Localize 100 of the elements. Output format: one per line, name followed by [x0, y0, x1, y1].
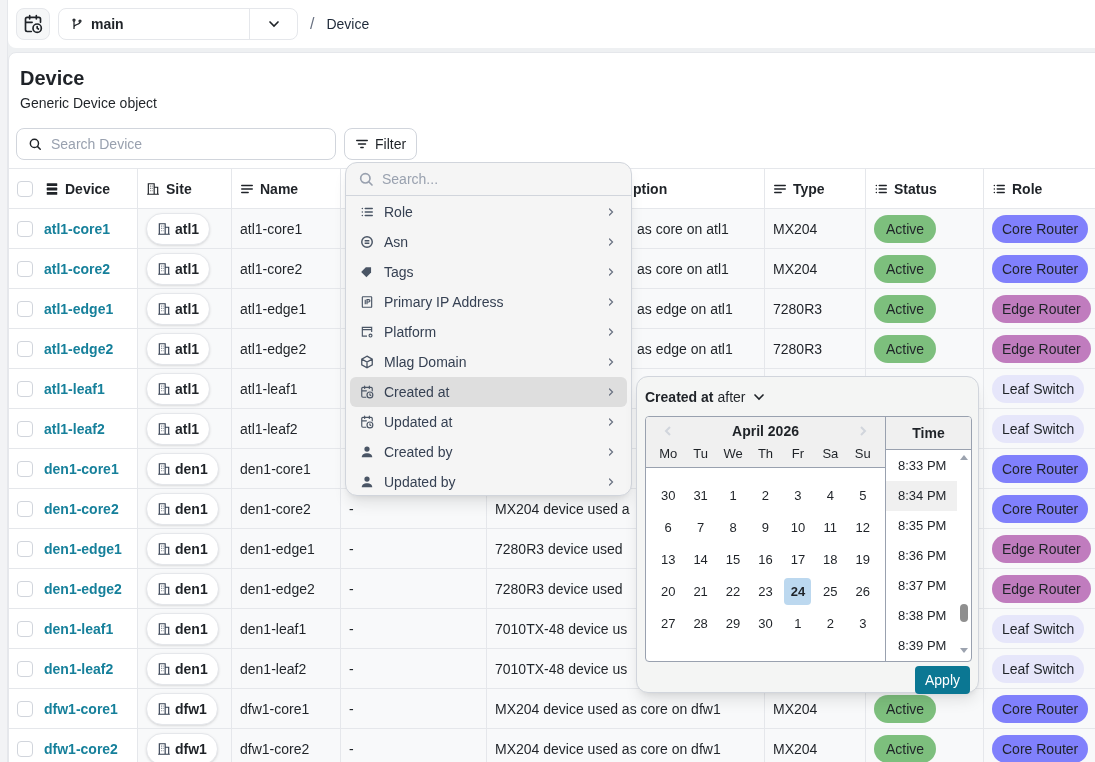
checkbox[interactable] — [17, 300, 33, 317]
calendar-day[interactable]: 11 — [816, 514, 844, 541]
site-chip[interactable]: dfw1 — [146, 732, 218, 762]
calendar-day[interactable]: 27 — [654, 610, 682, 637]
calendar-day[interactable]: 25 — [816, 578, 844, 605]
menu-item[interactable]: Created by — [350, 437, 627, 467]
calendar-day[interactable]: 31 — [687, 482, 715, 509]
calendar-day[interactable]: 10 — [784, 514, 812, 541]
calendar-day[interactable]: 22 — [719, 578, 747, 605]
checkbox[interactable] — [17, 460, 33, 477]
checkbox[interactable] — [17, 540, 33, 557]
calendar-day[interactable]: 12 — [849, 514, 877, 541]
calendar-day[interactable]: 30 — [752, 610, 779, 637]
calendar-day[interactable]: 8 — [719, 514, 747, 541]
calendar-day[interactable]: 18 — [816, 546, 844, 573]
calendar-day[interactable]: 26 — [849, 578, 877, 605]
site-chip[interactable]: den1 — [146, 492, 219, 525]
calendar-day[interactable]: 28 — [687, 610, 715, 637]
checkbox[interactable] — [17, 620, 33, 637]
menu-item[interactable]: Asn — [350, 227, 627, 257]
site-chip[interactable]: atl1 — [146, 412, 211, 445]
calendar-day[interactable]: 1 — [784, 610, 812, 637]
previous-month-icon[interactable] — [662, 424, 674, 437]
calendar-day[interactable]: 15 — [719, 546, 747, 573]
menu-item[interactable]: Updated by — [350, 467, 627, 495]
calendar-day[interactable]: 2 — [752, 482, 779, 509]
checkbox[interactable] — [17, 740, 33, 757]
calendar-day[interactable]: 4 — [816, 482, 844, 509]
checkbox[interactable] — [17, 180, 33, 197]
branch-selector[interactable]: main — [58, 8, 298, 40]
site-chip[interactable]: atl1 — [146, 252, 211, 285]
time-option[interactable]: 8:34 PM — [886, 481, 957, 511]
search-field[interactable]: Search Device — [16, 128, 336, 160]
calendar-day[interactable]: 20 — [654, 578, 682, 605]
calendar-day[interactable]: 13 — [654, 546, 682, 573]
checkbox[interactable] — [17, 340, 33, 357]
calendar-day[interactable]: 2 — [816, 610, 844, 637]
checkbox[interactable] — [17, 700, 33, 717]
filter-button[interactable]: Filter — [344, 128, 418, 160]
operator-dropdown[interactable]: after — [717, 387, 768, 407]
site-chip[interactable]: den1 — [146, 572, 219, 605]
calendar-day[interactable]: 29 — [719, 610, 747, 637]
table-cell-text: MX204 — [773, 739, 818, 759]
menu-search-field[interactable]: Search... — [382, 169, 582, 189]
time-option[interactable]: 8:38 PM — [886, 601, 957, 631]
calendar-day[interactable]: 30 — [654, 482, 682, 509]
status-badge: Active — [874, 254, 937, 283]
role-badge: Edge Router — [992, 334, 1091, 363]
menu-item[interactable]: Created at — [350, 377, 627, 407]
site-chip[interactable]: den1 — [146, 452, 219, 485]
time-option[interactable]: 8:37 PM — [886, 571, 957, 601]
site-chip[interactable]: dfw1 — [146, 692, 218, 725]
calendar-day[interactable]: 19 — [849, 546, 877, 573]
calendar-day[interactable]: 3 — [784, 482, 812, 509]
building-icon — [157, 221, 171, 236]
calendar-day[interactable]: 21 — [687, 578, 715, 605]
site-chip[interactable]: atl1 — [146, 292, 211, 325]
checkbox[interactable] — [17, 420, 33, 437]
calendar-day[interactable]: 14 — [687, 546, 715, 573]
menu-item[interactable]: Platform — [350, 317, 627, 347]
table-cell-text: - — [349, 619, 354, 639]
site-chip[interactable]: atl1 — [146, 372, 211, 405]
table-cell-text: MX204 — [773, 219, 818, 239]
calendar-day[interactable]: 7 — [687, 514, 715, 541]
table-cell-text: den1-core2 — [240, 499, 311, 519]
checkbox[interactable] — [17, 660, 33, 677]
menu-item[interactable]: Tags — [350, 257, 627, 287]
table-cell-text: den1-leaf2 — [240, 659, 307, 679]
menu-item[interactable]: Mlag Domain — [350, 347, 627, 377]
calendar-day[interactable]: 24 — [784, 578, 812, 605]
site-chip[interactable]: atl1 — [146, 332, 211, 365]
menu-item[interactable]: Updated at — [350, 407, 627, 437]
time-option[interactable]: 8:39 PM — [886, 631, 957, 661]
calendar-day[interactable]: 6 — [654, 514, 682, 541]
menu-item[interactable]: Primary IP Address — [350, 287, 627, 317]
calendar-day[interactable]: 17 — [784, 546, 812, 573]
calendar-day[interactable]: 1 — [719, 482, 747, 509]
time-option[interactable]: 8:36 PM — [886, 541, 957, 571]
next-month-icon[interactable] — [857, 424, 869, 437]
checkbox[interactable] — [17, 220, 33, 237]
site-chip[interactable]: atl1 — [146, 212, 211, 245]
checkbox[interactable] — [17, 500, 33, 517]
site-chip[interactable]: den1 — [146, 532, 219, 565]
calendar-day[interactable]: 9 — [752, 514, 779, 541]
menu-item[interactable]: Role — [350, 197, 627, 227]
breadcrumb-link[interactable]: Device — [326, 14, 370, 34]
checkbox[interactable] — [17, 580, 33, 597]
calendar-day[interactable]: 5 — [849, 482, 877, 509]
site-chip[interactable]: den1 — [146, 612, 219, 645]
calendar-day[interactable]: 3 — [849, 610, 877, 637]
checkbox[interactable] — [17, 260, 33, 277]
time-option[interactable]: 8:33 PM — [886, 451, 957, 481]
checkbox[interactable] — [17, 380, 33, 397]
calendar-day[interactable]: 16 — [752, 546, 779, 573]
column-header: Site — [166, 179, 192, 199]
time-option[interactable]: 8:35 PM — [886, 511, 957, 541]
calendar-day[interactable]: 23 — [752, 578, 779, 605]
apply-button[interactable]: Apply — [914, 666, 970, 694]
site-chip[interactable]: den1 — [146, 652, 219, 685]
history-button[interactable] — [16, 8, 50, 40]
